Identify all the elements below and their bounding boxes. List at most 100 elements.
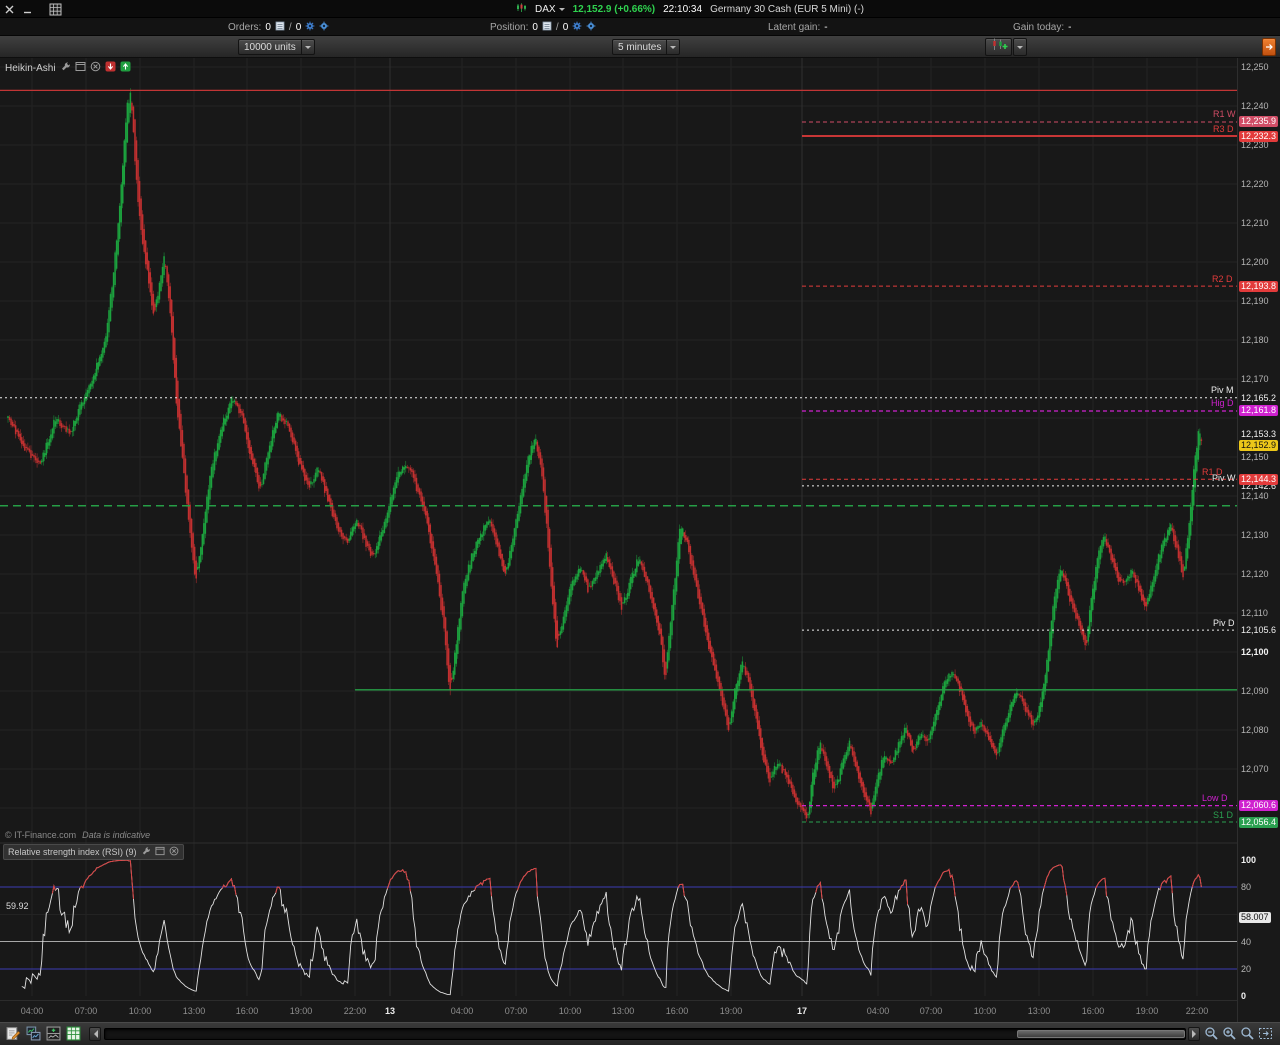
candle-body xyxy=(515,519,517,537)
chart-type-button[interactable] xyxy=(985,38,1012,56)
instrument-selector[interactable]: DAX xyxy=(535,4,565,15)
rsi-close-icon[interactable] xyxy=(169,846,179,858)
candle-body xyxy=(42,452,44,462)
close-window-icon[interactable] xyxy=(5,5,14,14)
units-select[interactable]: 10000 units xyxy=(238,39,315,55)
candle-body xyxy=(897,742,900,754)
level-label: R2 D xyxy=(1212,273,1233,284)
price-badge: 12,161.8 xyxy=(1239,405,1279,417)
candle-body xyxy=(590,585,592,588)
orders-auto-gear-icon[interactable] xyxy=(319,21,329,34)
zoom-out-icon[interactable] xyxy=(1204,1026,1220,1042)
candle-body xyxy=(600,563,603,570)
candle-body xyxy=(82,402,84,406)
candle-body xyxy=(409,467,412,471)
sell-shortcut-icon[interactable] xyxy=(105,61,116,75)
candle-body xyxy=(123,140,126,185)
candle-body xyxy=(766,759,768,773)
chart-windows-icon[interactable] xyxy=(26,1026,42,1042)
candle-body xyxy=(1040,702,1042,712)
orders-gear-icon[interactable] xyxy=(305,21,315,34)
candle-body xyxy=(761,738,764,756)
candle-body xyxy=(1056,579,1059,599)
candle-body xyxy=(14,425,17,435)
candle-body xyxy=(1003,724,1005,736)
candle-body xyxy=(908,733,910,738)
candle-body xyxy=(614,577,617,584)
scroll-left-button[interactable] xyxy=(89,1027,101,1041)
candle-body xyxy=(931,726,933,736)
candle-body xyxy=(734,688,736,710)
timeframe-select[interactable]: 5 minutes xyxy=(612,39,681,55)
zoom-selection-icon[interactable] xyxy=(1240,1026,1256,1042)
position-list-icon[interactable] xyxy=(542,21,552,34)
candle-body xyxy=(282,418,285,421)
minimize-window-icon[interactable] xyxy=(23,5,32,14)
zoom-reset-icon[interactable] xyxy=(1258,1026,1274,1042)
candle-body xyxy=(457,627,459,654)
time-label: 19:00 xyxy=(719,1006,743,1016)
scroll-right-button[interactable] xyxy=(1188,1027,1200,1041)
buy-shortcut-icon[interactable] xyxy=(120,61,131,75)
candle-body xyxy=(1199,433,1201,446)
data-table-icon[interactable] xyxy=(66,1026,82,1042)
candle-body xyxy=(498,542,500,557)
close-indicator-icon[interactable] xyxy=(90,61,101,75)
candle-body xyxy=(805,812,808,819)
time-axis[interactable]: 04:00 07:00 10:00 13:00 16:00 19:00 22:00 13 04:… xyxy=(0,1000,1237,1022)
position-gear-icon[interactable] xyxy=(572,21,582,34)
candle-body xyxy=(74,420,77,426)
candle-body xyxy=(13,423,15,427)
candle-body xyxy=(403,467,406,470)
candle-body xyxy=(711,646,713,658)
rsi-window-icon[interactable] xyxy=(155,846,165,858)
candle-body xyxy=(259,481,262,487)
orders-list-icon[interactable] xyxy=(275,21,285,34)
candle-body xyxy=(622,602,624,604)
candle-body xyxy=(685,535,687,541)
candle-body xyxy=(1093,581,1096,600)
candle-body xyxy=(1107,542,1109,548)
candle-body xyxy=(10,418,12,425)
candle-body xyxy=(1049,631,1051,661)
position-auto-gear-icon[interactable] xyxy=(586,21,596,34)
candle-body xyxy=(94,372,96,380)
edit-chart-icon[interactable] xyxy=(6,1026,22,1042)
workspace-grid-icon[interactable] xyxy=(49,3,62,16)
time-label: 22:00 xyxy=(343,1006,367,1016)
candle-body xyxy=(163,256,165,276)
candle-body xyxy=(372,553,375,555)
candle-body xyxy=(316,467,318,477)
candle-body xyxy=(299,458,301,464)
price-axis[interactable]: 12,250 12,240 12,230 12,220 12,210 12,200 12,1… xyxy=(1237,58,1280,1022)
candle-body xyxy=(368,543,370,551)
chart-scrollbar-track[interactable] xyxy=(104,1028,1186,1040)
candle-body xyxy=(1012,699,1014,707)
candle-body xyxy=(879,771,881,780)
candle-body xyxy=(112,272,115,298)
window-icon[interactable] xyxy=(75,61,86,75)
zoom-in-icon[interactable] xyxy=(1222,1026,1238,1042)
candle-body xyxy=(558,633,560,636)
candle-body xyxy=(212,463,214,478)
candle-body xyxy=(379,535,381,546)
candle-body xyxy=(354,523,357,529)
candle-body xyxy=(810,784,812,809)
chart-scrollbar-thumb[interactable] xyxy=(1017,1030,1185,1038)
wrench-icon[interactable] xyxy=(60,61,71,75)
candle-body xyxy=(466,574,468,587)
chart-canvas[interactable]: Heikin-Ashi © IT-Finance.com Data is indi… xyxy=(0,58,1237,1022)
candle-body xyxy=(991,739,993,747)
candle-body xyxy=(862,782,865,793)
candle-body xyxy=(444,617,447,646)
rsi-wrench-icon[interactable] xyxy=(141,846,151,858)
side-panel-toggle-icon[interactable] xyxy=(1262,38,1276,56)
candle-body xyxy=(802,807,805,812)
add-indicator-pane-icon[interactable] xyxy=(46,1026,62,1042)
chart-type-dropdown-button[interactable] xyxy=(1013,38,1027,56)
candle-body xyxy=(971,721,973,726)
candle-body xyxy=(128,103,130,123)
candle-body xyxy=(1182,564,1184,578)
candle-body xyxy=(877,772,880,787)
candle-body xyxy=(551,567,554,605)
